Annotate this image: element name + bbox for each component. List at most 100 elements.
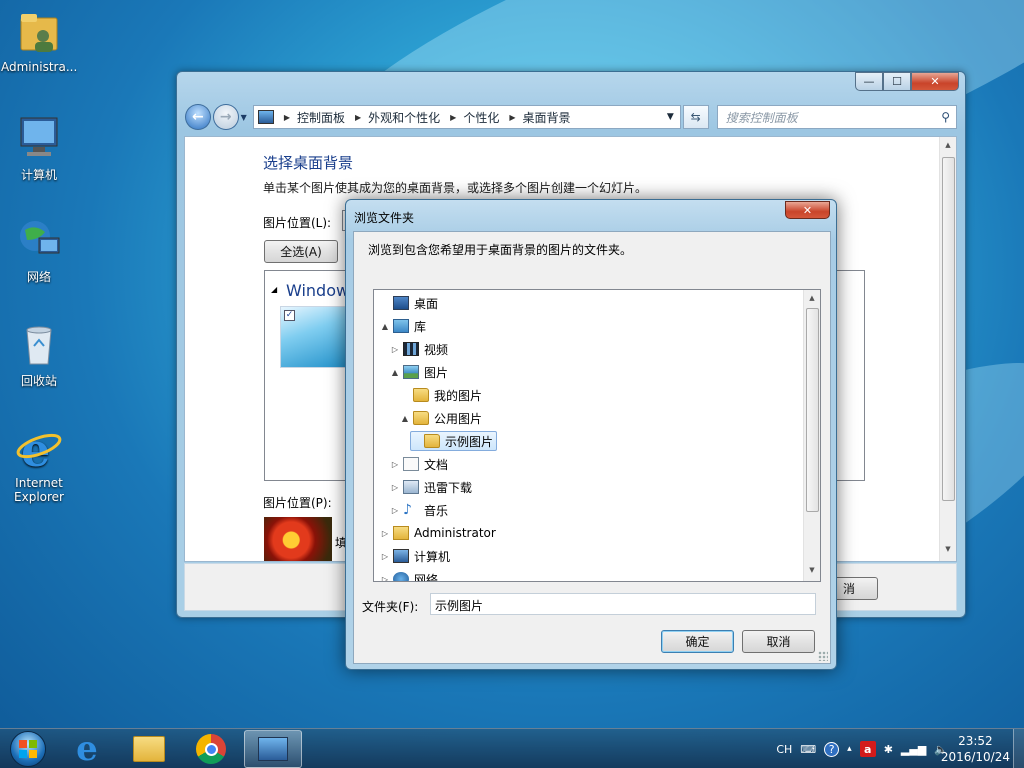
user-folder-icon — [393, 526, 409, 540]
resize-grip-icon[interactable] — [818, 651, 828, 661]
tree-item[interactable]: ▷ Administrator — [380, 523, 496, 543]
breadcrumb-item[interactable]: 外观和个性化 — [368, 109, 440, 126]
tree-item[interactable]: ▷ 视频 — [390, 339, 448, 359]
vertical-scrollbar[interactable]: ▲ ▼ — [939, 137, 956, 561]
forward-button[interactable]: → — [212, 104, 239, 130]
show-hidden-icons-icon[interactable]: ▴ — [847, 744, 852, 754]
tree-item[interactable]: ▷ ♪ 音乐 — [390, 500, 448, 520]
desktop-icon-label: 回收站 — [20, 374, 57, 388]
breadcrumb-item[interactable]: 控制面板 — [297, 109, 345, 126]
windows-logo-icon — [10, 731, 46, 767]
start-button[interactable] — [6, 729, 50, 768]
cancel-button[interactable]: 取消 — [742, 630, 815, 653]
address-bar[interactable]: ▶ 控制面板 ▶ 外观和个性化 ▶ 个性化 ▶ 桌面背景 ▼ — [252, 105, 681, 129]
show-desktop-button[interactable] — [1013, 729, 1024, 768]
internet-explorer-icon: e — [15, 423, 63, 477]
folder-input[interactable]: 示例图片 — [430, 593, 816, 615]
breadcrumb-separator-icon[interactable]: ▶ — [284, 113, 290, 122]
close-button[interactable]: ✕ — [911, 72, 959, 91]
tree-item[interactable]: 示例图片 — [410, 431, 498, 451]
dialog-body: 浏览到包含您希望用于桌面背景的图片的文件夹。 桌面 ▲ 库 ▷ 视频 ▲ 图片 我的图片 ▲ 公用… — [353, 231, 831, 664]
folder-tree[interactable]: 桌面 ▲ 库 ▷ 视频 ▲ 图片 我的图片 ▲ 公用图片 示例图片 ▷ 文档 ▷ 迅雷下载 ▷ ♪ 音乐 ▷ Admi… — [373, 289, 821, 582]
tree-item-label: 迅雷下载 — [424, 480, 473, 495]
dialog-description: 浏览到包含您希望用于桌面背景的图片的文件夹。 — [368, 243, 633, 257]
tree-item[interactable]: ▷ 迅雷下载 — [390, 477, 472, 497]
taskbar-chrome-button[interactable] — [182, 730, 240, 768]
page-title: 选择桌面背景 — [263, 154, 354, 172]
breadcrumb-separator-icon[interactable]: ▶ — [509, 113, 515, 122]
tree-item-label: 公用图片 — [434, 411, 483, 426]
minimize-button[interactable]: — — [855, 72, 883, 91]
language-indicator[interactable]: CH — [776, 743, 792, 756]
refresh-button[interactable]: ⇆ — [682, 105, 709, 129]
clock[interactable]: 23:52 2016/10/24 — [941, 733, 1010, 765]
tree-scrollbar[interactable]: ▲ ▼ — [803, 290, 820, 581]
maximize-button[interactable]: ☐ — [883, 72, 911, 91]
desktop-icon-computer[interactable]: 计算机 — [1, 114, 77, 183]
tree-item-label: 音乐 — [424, 503, 449, 518]
scrollbar-thumb[interactable] — [942, 157, 955, 501]
tree-item[interactable]: 我的图片 — [400, 385, 482, 405]
chrome-icon — [196, 734, 226, 764]
folder-icon — [133, 736, 165, 762]
recent-pages-dropdown-icon[interactable]: ▼ — [241, 113, 247, 122]
scroll-up-icon[interactable]: ▲ — [940, 141, 956, 149]
antivirus-icon[interactable]: a — [859, 741, 876, 757]
breadcrumb-separator-icon[interactable]: ▶ — [355, 113, 361, 122]
tree-item[interactable]: 桌面 — [380, 293, 438, 313]
position-preview-image — [264, 517, 332, 561]
taskbar-ie-button[interactable]: e — [58, 730, 116, 768]
address-dropdown-icon[interactable]: ▼ — [667, 112, 674, 122]
monitor-icon — [393, 296, 409, 310]
breadcrumb-item[interactable]: 个性化 — [463, 109, 499, 126]
search-input[interactable]: 搜索控制面板 ⚲ — [716, 105, 957, 129]
bluetooth-icon[interactable]: ✱ — [884, 743, 893, 756]
ok-button[interactable]: 确定 — [661, 630, 734, 653]
breadcrumb-item[interactable]: 桌面背景 — [522, 109, 570, 126]
expand-arrow-icon[interactable]: ▷ — [390, 506, 400, 515]
expand-arrow-icon[interactable]: ▷ — [390, 345, 400, 354]
tree-item[interactable]: ▷ 文档 — [390, 454, 448, 474]
desktop-icon-network[interactable]: 网络 — [1, 216, 77, 285]
folder-icon — [413, 388, 429, 402]
desktop-icon-label: Administra... — [1, 60, 78, 74]
expand-arrow-icon[interactable]: ▲ — [380, 322, 390, 331]
search-icon[interactable]: ⚲ — [941, 110, 950, 124]
recycle-bin-icon — [15, 320, 63, 368]
scrollbar-thumb[interactable] — [806, 308, 819, 512]
expand-arrow-icon[interactable]: ▷ — [380, 552, 390, 561]
scroll-down-icon[interactable]: ▼ — [940, 545, 956, 553]
expand-arrow-icon[interactable]: ▷ — [390, 460, 400, 469]
help-icon[interactable]: ? — [824, 741, 840, 757]
expand-arrow-icon[interactable]: ▷ — [390, 483, 400, 492]
tree-item[interactable]: ▷ 网络 — [380, 569, 438, 582]
expand-arrow-icon[interactable]: ▷ — [380, 529, 390, 538]
tree-item[interactable]: ▲ 图片 — [390, 362, 448, 382]
tree-item[interactable]: ▲ 公用图片 — [400, 408, 482, 428]
expand-arrow-icon[interactable]: ▷ — [380, 575, 390, 582]
picture-icon — [403, 365, 419, 379]
tree-item[interactable]: ▲ 库 — [380, 316, 426, 336]
back-button[interactable]: ← — [185, 104, 211, 130]
breadcrumb-separator-icon[interactable]: ▶ — [450, 113, 456, 122]
keyboard-icon[interactable]: ⌨ — [800, 743, 816, 756]
wallpaper-checkbox[interactable]: ✓ — [284, 310, 295, 321]
tree-item[interactable]: ▷ 计算机 — [380, 546, 450, 566]
taskbar-control-panel-button[interactable] — [244, 730, 302, 768]
network-signal-icon[interactable]: ▂▄▆ — [901, 743, 926, 756]
taskbar-explorer-button[interactable] — [120, 730, 178, 768]
collapse-arrow-icon[interactable]: ◢ — [271, 285, 277, 294]
scroll-up-icon[interactable]: ▲ — [804, 294, 820, 302]
download-icon — [403, 480, 419, 494]
wallpaper-thumbnail[interactable]: ✓ — [280, 306, 355, 368]
expand-arrow-icon[interactable]: ▲ — [390, 368, 400, 377]
tree-item-label: 图片 — [424, 365, 449, 380]
desktop-icon-ie[interactable]: e Internet Explorer — [1, 423, 77, 504]
expand-arrow-icon[interactable]: ▲ — [400, 414, 410, 423]
scroll-down-icon[interactable]: ▼ — [804, 566, 820, 574]
desktop-icon-administrator[interactable]: Administra... — [1, 8, 77, 74]
dialog-close-button[interactable]: ✕ — [785, 201, 830, 219]
folder-label: 文件夹(F): — [362, 600, 419, 614]
select-all-button[interactable]: 全选(A) — [264, 240, 338, 263]
desktop-icon-recycle-bin[interactable]: 回收站 — [1, 320, 77, 389]
